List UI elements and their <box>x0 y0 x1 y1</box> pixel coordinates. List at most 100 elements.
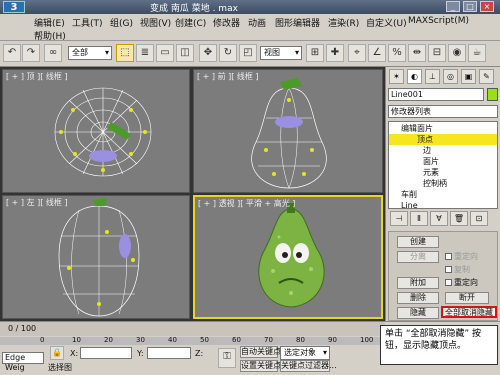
show-end-result-icon[interactable]: Ⅱ <box>410 211 428 226</box>
stack-item-edit-patch[interactable]: 编辑面片 <box>389 123 497 134</box>
key-filters-button[interactable]: 关键点过滤器... <box>280 360 337 372</box>
selection-filter-dropdown[interactable]: 全部 <box>68 46 112 60</box>
close-button[interactable]: × <box>480 1 494 12</box>
display-tab-icon[interactable]: ▣ <box>461 69 476 84</box>
modifier-list-dropdown[interactable]: 修改器列表 <box>388 105 498 118</box>
mirror-icon[interactable]: ⇹ <box>408 44 426 62</box>
redo-icon[interactable]: ↷ <box>22 44 40 62</box>
stack-item-lathe[interactable]: 车削 <box>389 189 497 200</box>
menu-group[interactable]: 组(G) <box>110 16 133 29</box>
link-icon[interactable]: ∞ <box>44 44 62 62</box>
modify-tab-icon[interactable]: ◐ <box>407 69 422 84</box>
menu-rendering[interactable]: 渲染(R) <box>328 16 359 29</box>
menu-view[interactable]: 视图(V) <box>140 16 171 29</box>
pin-stack-icon[interactable]: ⊣ <box>390 211 408 226</box>
hierarchy-tab-icon[interactable]: ⊥ <box>425 69 440 84</box>
lock-selection-icon[interactable]: 🔒 <box>50 346 64 360</box>
unhide-all-button[interactable]: 全部取消隐藏 <box>441 306 497 318</box>
minimize-button[interactable]: _ <box>446 1 460 12</box>
menu-customize[interactable]: 自定义(U) <box>366 16 407 29</box>
x-coord-field[interactable] <box>80 347 132 359</box>
maximize-button[interactable]: □ <box>463 1 477 12</box>
undo-icon[interactable]: ↶ <box>3 44 21 62</box>
window-crossing-icon[interactable]: ◫ <box>176 44 194 62</box>
stack-item-patch[interactable]: 面片 <box>389 156 497 167</box>
object-color-swatch[interactable] <box>487 88 498 101</box>
menu-graph-editors[interactable]: 图形编辑器 <box>275 16 320 29</box>
menu-create[interactable]: 创建(C) <box>175 16 206 29</box>
y-coord-field[interactable] <box>147 347 191 359</box>
render-icon[interactable]: ☕ <box>468 44 486 62</box>
menu-animation[interactable]: 动画 <box>248 16 266 29</box>
title-bar: 3 变成 南瓜 菜地 . max _ □ × <box>0 0 500 14</box>
attach-button[interactable]: 附加 <box>397 277 439 289</box>
pivot-icon[interactable]: ⊞ <box>306 44 324 62</box>
stack-item-handle[interactable]: 控制柄 <box>389 178 497 189</box>
command-panel: ✶ ◐ ⊥ ◎ ▣ ✎ Line001 修改器列表 编辑面片 顶点 边 面片 元… <box>385 67 500 321</box>
stack-item-label: 面片 <box>423 157 439 166</box>
align-icon[interactable]: ⊟ <box>428 44 446 62</box>
select-by-name-icon[interactable]: ≣ <box>136 44 154 62</box>
detach-button[interactable]: 分离 <box>397 251 439 263</box>
set-key-button[interactable]: 设置关键点 <box>240 360 281 372</box>
stack-item-label: 编辑面片 <box>401 124 433 133</box>
stack-item-label: 控制柄 <box>423 179 447 188</box>
delete-button[interactable]: 删除 <box>397 292 439 304</box>
object-name-field[interactable]: Line001 <box>388 88 484 101</box>
reorient-checkbox[interactable]: 重定向 <box>445 252 478 262</box>
x-label: X: <box>70 349 79 358</box>
select-manipulate-icon[interactable]: ✚ <box>326 44 344 62</box>
viewport-front[interactable]: [ + ] 前 ][ 线框 ] <box>193 69 383 193</box>
hide-button[interactable]: 隐藏 <box>397 307 439 319</box>
angle-snap-icon[interactable]: ∠ <box>368 44 386 62</box>
viewport-perspective[interactable]: [ + ] 透视 ][ 平滑 + 高光 ] <box>193 195 383 319</box>
selected-dropdown[interactable]: 选定对象 <box>280 346 330 360</box>
viewport-perspective-label[interactable]: [ + ] 透视 ][ 平滑 + 高光 ] <box>198 198 295 209</box>
create-button[interactable]: 创建 <box>397 236 439 248</box>
menu-edit[interactable]: 编辑(E) <box>34 16 65 29</box>
rect-selection-icon[interactable]: ▭ <box>156 44 174 62</box>
maxscript-listener[interactable]: Edge Weig <box>2 352 44 372</box>
configure-sets-icon[interactable]: ⊡ <box>470 211 488 226</box>
select-object-icon[interactable]: ⬚ <box>116 44 134 62</box>
viewport-top-label[interactable]: [ + ] 顶 ][ 线框 ] <box>6 71 68 82</box>
app-logo[interactable]: 3 <box>3 1 25 13</box>
copy-checkbox[interactable]: 复制 <box>445 265 470 275</box>
stack-item-line[interactable]: Line <box>389 200 497 208</box>
reorient-attach-checkbox[interactable]: 重定向 <box>445 278 478 288</box>
time-slider[interactable]: 0 / 100 <box>0 322 385 336</box>
create-tab-icon[interactable]: ✶ <box>389 69 404 84</box>
break-button[interactable]: 断开 <box>445 292 489 304</box>
main-toolbar: ↶ ↷ ∞ 全部 ⬚ ≣ ▭ ◫ ✥ ↻ ◰ 视图 ⊞ ✚ ⌖ ∠ % ⇹ ⊟ … <box>0 41 500 67</box>
snap-icon[interactable]: ⌖ <box>348 44 366 62</box>
remove-modifier-icon[interactable]: 🗑 <box>450 211 468 226</box>
stack-item-label: 顶点 <box>417 135 433 144</box>
material-editor-icon[interactable]: ◉ <box>448 44 466 62</box>
key-icon[interactable]: ⚿ <box>218 348 236 368</box>
percent-snap-icon[interactable]: % <box>388 44 406 62</box>
viewport-top[interactable]: [ + ] 顶 ][ 线框 ] <box>2 69 190 193</box>
rotate-icon[interactable]: ↻ <box>219 44 237 62</box>
move-icon[interactable]: ✥ <box>199 44 217 62</box>
utilities-tab-icon[interactable]: ✎ <box>479 69 494 84</box>
auto-key-button[interactable]: 自动关键点 <box>240 346 281 358</box>
gourd-character-render <box>258 203 325 308</box>
stack-item-label: 车削 <box>401 190 417 199</box>
stack-item-element[interactable]: 元素 <box>389 167 497 178</box>
menu-modifiers[interactable]: 修改器 <box>213 16 240 29</box>
viewport-left-label[interactable]: [ + ] 左 ][ 线框 ] <box>6 197 68 208</box>
scale-icon[interactable]: ◰ <box>239 44 257 62</box>
top-view-wireframe <box>54 87 152 177</box>
reference-coord-dropdown[interactable]: 视图 <box>260 46 302 60</box>
menu-tools[interactable]: 工具(T) <box>72 16 103 29</box>
modifier-stack: 编辑面片 顶点 边 面片 元素 控制柄 车削 Line <box>388 121 498 209</box>
stack-item-edge[interactable]: 边 <box>389 145 497 156</box>
menu-maxscript[interactable]: MAXScript(M) <box>408 16 469 26</box>
motion-tab-icon[interactable]: ◎ <box>443 69 458 84</box>
viewport-front-label[interactable]: [ + ] 前 ][ 线框 ] <box>197 71 259 82</box>
track-bar[interactable]: 0 10 20 30 40 50 60 70 80 90 100 <box>0 336 385 345</box>
stack-toolbar: ⊣ Ⅱ ∀ 🗑 ⊡ <box>388 211 498 227</box>
viewport-left[interactable]: [ + ] 左 ][ 线框 ] <box>2 195 190 319</box>
make-unique-icon[interactable]: ∀ <box>430 211 448 226</box>
stack-item-vertex[interactable]: 顶点 <box>389 134 497 145</box>
